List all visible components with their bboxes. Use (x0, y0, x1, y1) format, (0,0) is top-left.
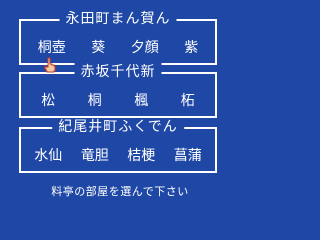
group-title: 赤坂千代新 (74, 63, 162, 81)
room-row: 桐壺 葵 夕顔 紫 (25, 38, 211, 58)
restaurant-group-akasaka-chiyoshin: 赤坂千代新 松 桐 楓 柘 (19, 63, 217, 118)
room-option-kikyo[interactable]: 桔梗 (125, 147, 157, 165)
room-option-kiri[interactable]: 桐 (86, 92, 104, 110)
room-option-matsu[interactable]: 松 (39, 92, 57, 110)
game-screen: 永田町まん賀ん 桐壺 葵 夕顔 紫 赤坂千代新 松 桐 楓 柘 紀尾井町ふくでん… (0, 0, 240, 224)
instruction-prompt: 料亭の部屋を選んで下さい (51, 185, 189, 198)
room-row: 松 桐 楓 柘 (25, 91, 211, 111)
room-option-suisen[interactable]: 水仙 (32, 147, 64, 165)
room-option-shobu[interactable]: 菖蒲 (172, 147, 204, 165)
group-title: 紀尾井町ふくでん (52, 118, 184, 136)
room-option-yugao[interactable]: 夕顔 (129, 39, 161, 57)
group-title: 永田町まん賀ん (59, 10, 177, 28)
room-option-kaede[interactable]: 楓 (132, 92, 150, 110)
restaurant-group-kioicho-fukuden: 紀尾井町ふくでん 水仙 竜胆 桔梗 菖蒲 (19, 118, 217, 173)
room-option-kiritsubo[interactable]: 桐壺 (36, 39, 68, 57)
pointing-hand-icon (44, 57, 56, 73)
room-option-murasaki[interactable]: 紫 (182, 39, 200, 57)
room-row: 水仙 竜胆 桔梗 菖蒲 (25, 146, 211, 166)
room-option-rindo[interactable]: 竜胆 (79, 147, 111, 165)
room-option-aoi[interactable]: 葵 (89, 39, 107, 57)
room-option-tsuge[interactable]: 柘 (179, 92, 197, 110)
